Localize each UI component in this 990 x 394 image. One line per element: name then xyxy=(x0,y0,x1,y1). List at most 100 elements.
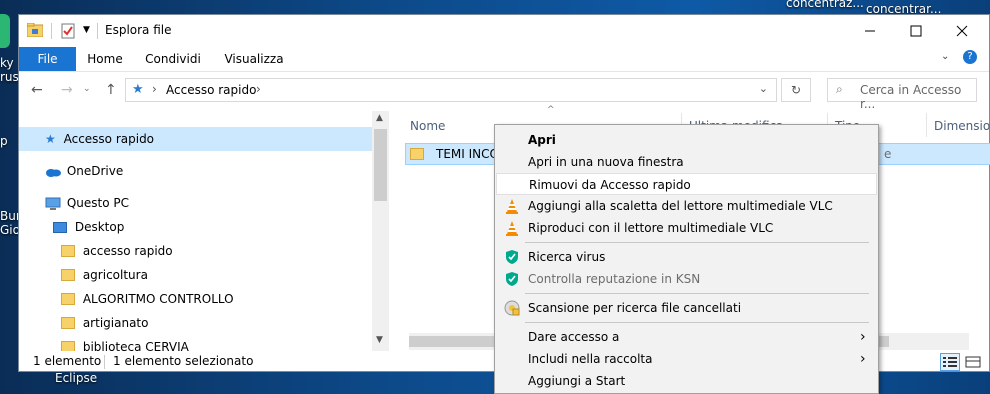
scrollbar-thumb[interactable] xyxy=(374,129,387,201)
refresh-button[interactable]: ↻ xyxy=(781,78,811,102)
nav-item-label: accesso rapido xyxy=(82,244,173,258)
details-view-button[interactable] xyxy=(940,353,960,371)
minimize-button[interactable] xyxy=(847,15,893,47)
address-dropdown-icon[interactable]: ⌄ xyxy=(759,82,768,95)
nav-item-onedrive[interactable]: OneDrive xyxy=(45,160,123,182)
tab-share[interactable]: Condividi xyxy=(143,47,203,71)
vlc-cone-icon xyxy=(506,221,518,236)
folder-icon xyxy=(61,292,75,305)
nav-item-label: biblioteca CERVIA xyxy=(82,340,189,351)
menu-item-open[interactable]: Apri xyxy=(495,129,878,151)
menu-item-label: Apri xyxy=(528,133,556,147)
desktop-icon-label[interactable]: concentraz... xyxy=(786,0,864,10)
up-arrow-icon[interactable]: ↑ xyxy=(105,82,117,98)
recent-locations-icon[interactable]: ⌄ xyxy=(83,84,91,94)
nav-item-label: agricoltura xyxy=(82,268,148,282)
properties-icon[interactable] xyxy=(61,23,75,42)
breadcrumb-separator-icon[interactable]: › xyxy=(256,82,261,96)
submenu-arrow-icon: › xyxy=(860,351,866,367)
folder-icon xyxy=(410,148,424,160)
desktop-icon-label[interactable]: Eclipse xyxy=(55,371,97,385)
breadcrumb-item[interactable]: Accesso rapido xyxy=(166,83,256,97)
nav-item-folder[interactable]: biblioteca CERVIA xyxy=(61,336,189,351)
menu-item-recover-deleted[interactable]: Scansione per ricerca file cancellati xyxy=(495,297,878,319)
menu-item-include-library[interactable]: Includi nella raccolta › xyxy=(495,348,878,370)
nav-item-desktop[interactable]: Desktop xyxy=(53,216,124,238)
back-arrow-icon[interactable]: ← xyxy=(31,82,43,98)
vlc-cone-icon xyxy=(506,199,518,214)
nav-item-label: ALGORITMO CONTROLLO xyxy=(82,292,234,306)
menu-separator xyxy=(525,293,869,294)
divider xyxy=(97,23,98,39)
scroll-up-icon[interactable]: ▲ xyxy=(376,113,383,123)
menu-item-label: Aggiungi a Start xyxy=(528,374,626,388)
close-button[interactable] xyxy=(939,15,985,47)
menu-item-label: Dare accesso a xyxy=(528,330,620,344)
folder-icon xyxy=(61,244,75,257)
menu-item-vlc-add-playlist[interactable]: Aggiungi alla scaletta del lettore multi… xyxy=(495,195,878,217)
desktop-app-icon[interactable] xyxy=(0,14,10,48)
breadcrumb-separator-icon[interactable]: › xyxy=(152,82,157,96)
desktop-folder-icon xyxy=(53,222,67,233)
nav-item-folder[interactable]: artigianato xyxy=(61,312,148,334)
tab-home[interactable]: Home xyxy=(85,47,125,71)
menu-item-label: Includi nella raccolta xyxy=(528,352,653,366)
address-bar[interactable]: ★ › Accesso rapido › ⌄ xyxy=(125,78,777,102)
refresh-icon: ↻ xyxy=(790,83,802,97)
large-icons-view-button[interactable] xyxy=(963,353,983,371)
ribbon: File Home Condividi Visualizza ⌄ ? xyxy=(19,47,989,72)
menu-item-virus-scan[interactable]: Ricerca virus xyxy=(495,246,878,268)
help-icon[interactable]: ? xyxy=(963,50,977,64)
sort-ascending-icon: ^ xyxy=(547,105,555,115)
search-input[interactable]: ⌕ Cerca in Accesso r... xyxy=(827,78,977,111)
computer-icon xyxy=(45,197,61,210)
details-view-icon xyxy=(943,357,957,367)
nav-item-label: artigianato xyxy=(82,316,149,330)
nav-item-quick-access[interactable]: ★ Accesso rapido xyxy=(45,128,154,150)
folder-icon xyxy=(61,340,75,351)
recovery-icon xyxy=(504,300,520,316)
desktop-icon-label[interactable]: p xyxy=(0,134,8,148)
menu-item-vlc-play[interactable]: Riproduci con il lettore multimediale VL… xyxy=(495,217,878,239)
divider xyxy=(51,23,52,39)
column-header-size[interactable]: Dimensione xyxy=(934,119,990,133)
star-icon: ★ xyxy=(132,82,144,97)
ribbon-expand-icon[interactable]: ⌄ xyxy=(941,51,949,62)
title-bar[interactable]: ▼ Esplora file xyxy=(19,15,989,47)
nav-item-folder[interactable]: ALGORITMO CONTROLLO xyxy=(61,288,234,310)
maximize-button[interactable] xyxy=(893,15,939,47)
desktop-icon-label[interactable]: ky xyxy=(0,56,14,70)
menu-item-remove-quick-access[interactable]: Rimuovi da Accesso rapido xyxy=(496,173,877,195)
search-placeholder: Cerca in Accesso r... xyxy=(860,83,962,111)
forward-arrow-icon[interactable]: → xyxy=(61,82,73,98)
scroll-down-icon[interactable]: ▼ xyxy=(376,335,383,345)
menu-item-label: Rimuovi da Accesso rapido xyxy=(529,178,691,192)
status-divider xyxy=(104,355,105,369)
tab-file[interactable]: File xyxy=(19,47,76,71)
menu-separator xyxy=(525,322,869,323)
address-row: ← → ⌄ ↑ ★ › Accesso rapido › ⌄ ↻ ⌕ Cerca… xyxy=(19,73,989,111)
quick-access-toolbar-dropdown-icon[interactable]: ▼ xyxy=(83,25,90,35)
nav-item-folder[interactable]: agricoltura xyxy=(61,264,148,286)
menu-item-label: Scansione per ricerca file cancellati xyxy=(528,301,742,315)
column-divider[interactable] xyxy=(926,113,927,137)
submenu-arrow-icon: › xyxy=(860,329,866,345)
star-icon: ★ xyxy=(45,132,56,146)
search-icon: ⌕ xyxy=(836,82,843,96)
nav-item-label: Desktop xyxy=(74,220,125,234)
tab-view[interactable]: Visualizza xyxy=(223,47,285,71)
nav-item-folder[interactable]: accesso rapido xyxy=(61,240,173,262)
context-menu: Apri Apri in una nuova finestra Rimuovi … xyxy=(494,124,879,394)
menu-item-open-new-window[interactable]: Apri in una nuova finestra xyxy=(495,151,878,173)
menu-separator xyxy=(525,242,869,243)
cloud-icon xyxy=(46,168,61,177)
nav-scrollbar[interactable]: ▲ ▼ xyxy=(372,111,389,351)
column-header-name[interactable]: Nome xyxy=(410,119,445,133)
nav-item-this-pc[interactable]: Questo PC xyxy=(45,192,129,214)
navigation-pane: ★ Accesso rapido OneDrive Questo PC Desk… xyxy=(19,111,389,351)
menu-item-give-access[interactable]: Dare accesso a › xyxy=(495,326,878,348)
menu-item-label: Ricerca virus xyxy=(528,250,606,264)
desktop-icon-label[interactable]: rus xyxy=(0,70,19,84)
menu-item-pin-start[interactable]: Aggiungi a Start xyxy=(495,370,878,392)
folder-icon xyxy=(26,22,44,40)
